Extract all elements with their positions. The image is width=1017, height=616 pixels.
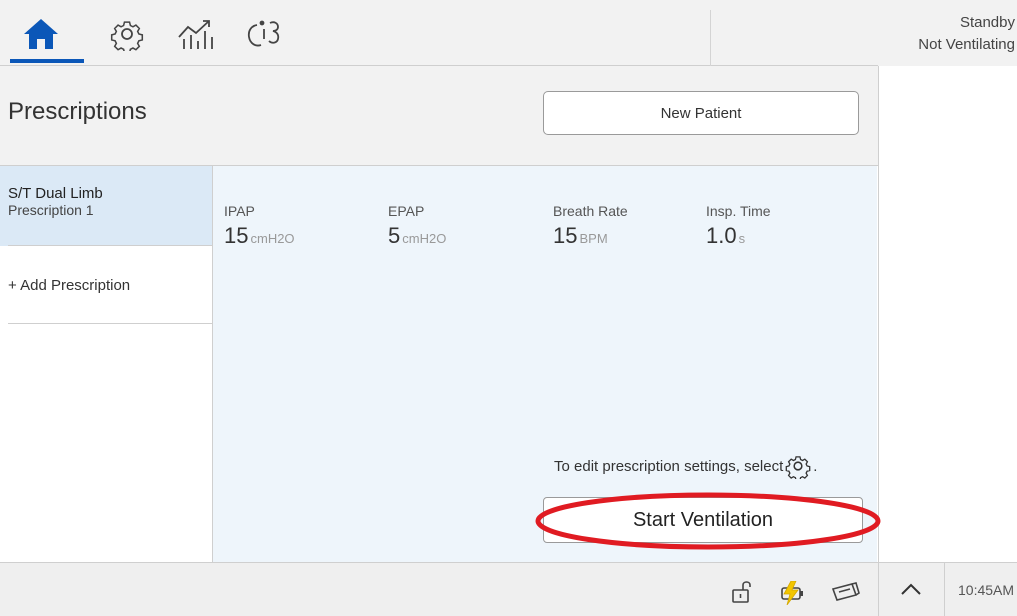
highlight-annotation [535, 492, 881, 550]
param-value: 15 [224, 223, 249, 248]
side-panel [878, 66, 1017, 562]
divider [878, 562, 879, 616]
add-prescription-button[interactable]: + Add Prescription [8, 246, 212, 324]
edit-hint-text: To edit prescription settings, select [554, 457, 784, 475]
edit-hint: To edit prescription settings, select . [554, 453, 817, 479]
param-ipap: IPAP 15 cmH2O [224, 203, 295, 252]
trend-chart-icon [178, 20, 213, 49]
param-value: 5 [388, 223, 401, 248]
param-label: Breath Rate [553, 203, 628, 219]
prescription-mode: S/T Dual Limb [8, 185, 103, 202]
param-unit: BPM [579, 231, 608, 246]
param-unit: cmH2O [250, 231, 295, 246]
param-unit: s [738, 231, 746, 246]
param-label: IPAP [224, 203, 255, 219]
edit-hint-suffix: . [813, 457, 818, 475]
prescription-item[interactable]: S/T Dual Limb Prescription 1 [0, 166, 212, 246]
param-insp-time: Insp. Time 1.0 s [706, 203, 771, 252]
battery-icon [831, 582, 860, 601]
param-label: EPAP [388, 203, 425, 219]
tab-tools[interactable] [230, 6, 296, 62]
unlock-icon[interactable] [731, 578, 753, 604]
divider [944, 562, 945, 616]
clock: 10:45AM [958, 582, 1015, 598]
gear-icon [785, 456, 811, 479]
param-value: 15 [553, 223, 578, 248]
param-unit: cmH2O [402, 231, 447, 246]
param-breath-rate: Breath Rate 15 BPM [553, 203, 628, 252]
tab-selected-indicator [10, 59, 84, 63]
divider [710, 10, 711, 66]
page-title: Prescriptions [8, 98, 147, 125]
status-state: Standby [959, 14, 1015, 31]
new-patient-button[interactable]: New Patient [543, 91, 859, 135]
param-value: 1.0 [706, 223, 737, 248]
status-detail: Not Ventilating [918, 36, 1015, 53]
tab-home[interactable] [8, 6, 74, 62]
param-epap: EPAP 5 cmH2O [388, 203, 446, 252]
prescription-name: Prescription 1 [8, 202, 94, 218]
gear-icon [110, 21, 144, 51]
ac-power-icon [781, 581, 803, 605]
param-label: Insp. Time [706, 203, 771, 219]
tab-monitoring[interactable] [163, 6, 229, 62]
divider [8, 323, 212, 324]
tab-settings[interactable] [94, 6, 160, 62]
bottom-bar [0, 562, 1017, 616]
tools-icon [247, 20, 280, 47]
ventilation-status: Standby Not Ventilating [918, 12, 1015, 56]
home-icon [24, 19, 58, 49]
chevron-up-icon[interactable] [900, 581, 922, 597]
